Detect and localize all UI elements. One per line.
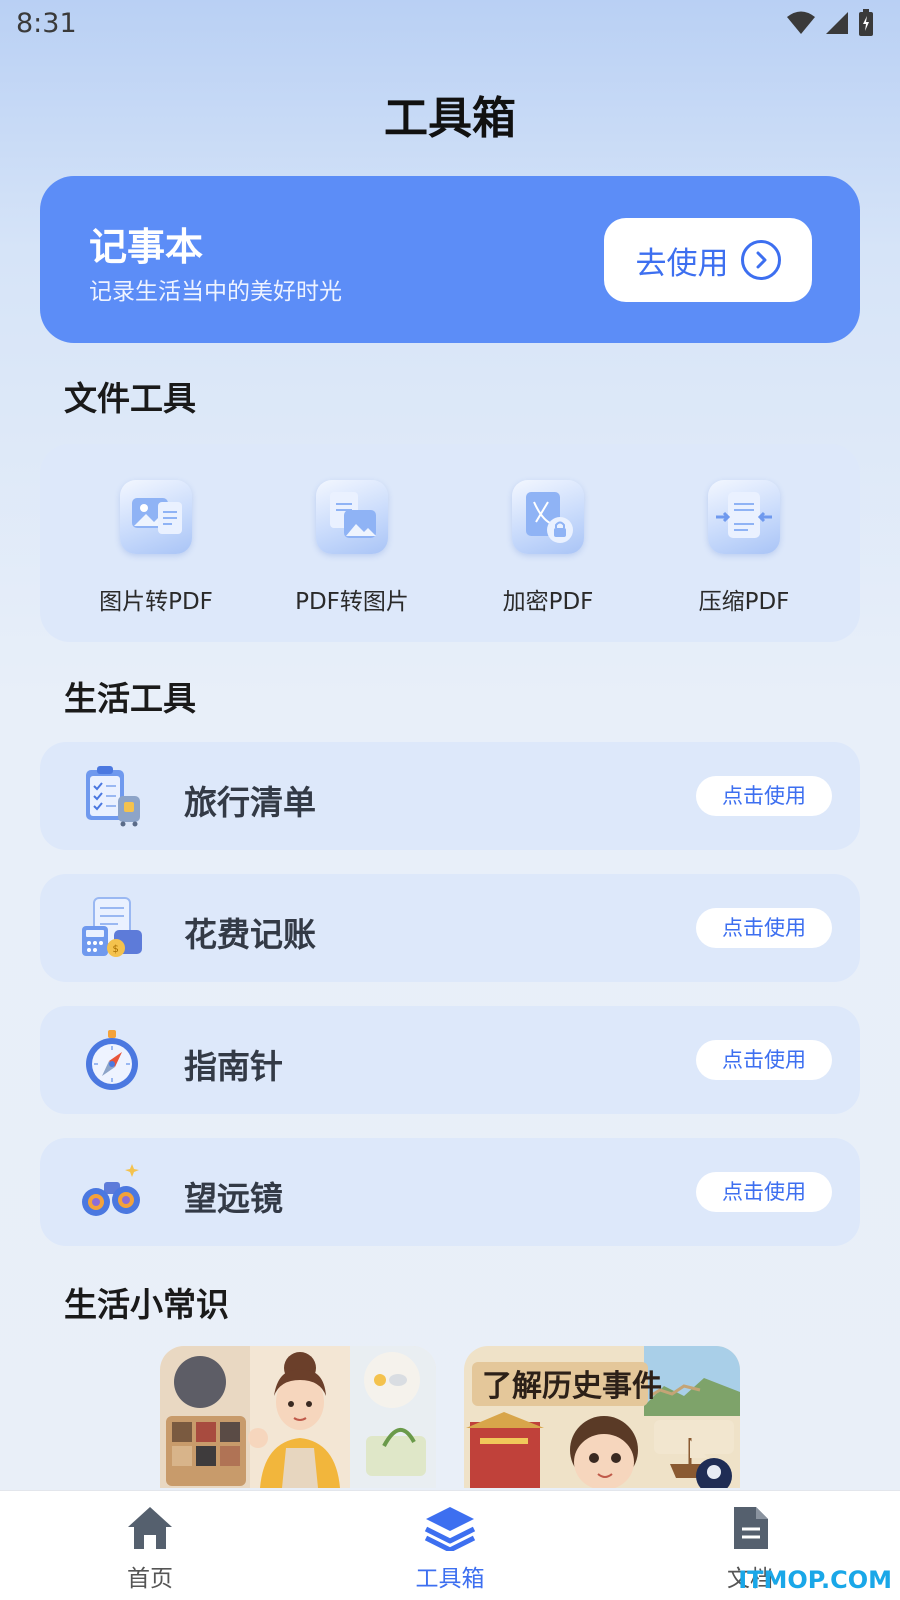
chevron-right-circle-icon xyxy=(740,240,781,280)
tool-image-to-pdf[interactable]: 图片转PDF xyxy=(58,480,254,616)
binoculars-icon xyxy=(80,1160,144,1224)
tab-toolbox[interactable]: 工具箱 xyxy=(370,1505,530,1593)
notebook-subtitle: 记录生活当中的美好时光 xyxy=(89,279,342,305)
tool-label: 图片转PDF xyxy=(99,589,213,615)
life-tool-binoculars[interactable]: 望远镜 点击使用 xyxy=(40,1138,860,1246)
use-button-label: 去使用 xyxy=(635,245,729,282)
battery-icon xyxy=(859,9,873,36)
status-icons xyxy=(786,9,874,37)
history-events-image: 了解历史事件 xyxy=(464,1346,740,1488)
encrypt-pdf-icon xyxy=(512,480,584,554)
life-tools-title: 生活工具 xyxy=(64,679,196,718)
page-title: 工具箱 xyxy=(384,93,516,144)
tool-label: 加密PDF xyxy=(502,589,594,615)
tool-label: PDF转图片 xyxy=(295,589,409,615)
housekeeping-tips-image xyxy=(160,1346,436,1488)
tool-label: 压缩PDF xyxy=(698,589,790,615)
tab-label: 首页 xyxy=(127,1566,173,1592)
tip-card-housekeeping[interactable] xyxy=(160,1346,436,1488)
layers-icon xyxy=(424,1507,476,1553)
tips-title: 生活小常识 xyxy=(64,1285,229,1324)
pdf-to-image-icon xyxy=(316,480,388,554)
life-tool-use-button[interactable]: 点击使用 xyxy=(696,908,832,948)
history-card-title: 了解历史事件 xyxy=(482,1369,662,1404)
compass-icon xyxy=(80,1028,144,1092)
notebook-use-button[interactable]: 去使用 xyxy=(604,218,812,302)
life-tool-use-button[interactable]: 点击使用 xyxy=(696,1040,832,1080)
life-tool-use-button[interactable]: 点击使用 xyxy=(696,1172,832,1212)
expense-ledger-icon: $ xyxy=(80,896,144,960)
home-icon xyxy=(128,1507,172,1549)
notebook-card[interactable]: 记事本 记录生活当中的美好时光 去使用 xyxy=(40,176,860,343)
image-to-pdf-icon xyxy=(120,480,192,554)
wifi-icon xyxy=(787,11,815,34)
life-tool-label: 指南针 xyxy=(184,1047,283,1086)
compress-pdf-icon xyxy=(708,480,780,554)
status-time: 8:31 xyxy=(16,8,77,39)
life-tool-travel-checklist[interactable]: 旅行清单 点击使用 xyxy=(40,742,860,850)
bottom-tab-bar: 首页 工具箱 文档 ITMOP.COM xyxy=(0,1490,900,1600)
watermark: ITMOP.COM xyxy=(738,1566,892,1594)
status-bar: 8:31 xyxy=(0,0,900,48)
tool-pdf-to-image[interactable]: PDF转图片 xyxy=(254,480,450,616)
life-tool-label: 旅行清单 xyxy=(184,783,316,822)
tip-card-history[interactable]: 了解历史事件 xyxy=(464,1346,740,1488)
file-tools-card: 图片转PDF PDF转图片 加密PDF 压缩PDF xyxy=(40,444,860,642)
file-tools-title: 文件工具 xyxy=(64,379,196,418)
life-tool-label: 望远镜 xyxy=(184,1179,283,1218)
life-tool-compass[interactable]: 指南针 点击使用 xyxy=(40,1006,860,1114)
life-tool-use-button[interactable]: 点击使用 xyxy=(696,776,832,816)
document-icon xyxy=(734,1507,768,1549)
signal-icon xyxy=(826,12,848,34)
tool-compress-pdf[interactable]: 压缩PDF xyxy=(646,480,842,616)
tool-encrypt-pdf[interactable]: 加密PDF xyxy=(450,480,646,616)
travel-checklist-icon xyxy=(80,764,144,828)
tab-label: 工具箱 xyxy=(415,1566,485,1592)
life-tool-expense-ledger[interactable]: $ 花费记账 点击使用 xyxy=(40,874,860,982)
tab-home[interactable]: 首页 xyxy=(70,1505,230,1593)
life-tool-label: 花费记账 xyxy=(184,915,316,954)
notebook-title: 记事本 xyxy=(89,225,204,269)
svg-text:$: $ xyxy=(113,944,119,955)
